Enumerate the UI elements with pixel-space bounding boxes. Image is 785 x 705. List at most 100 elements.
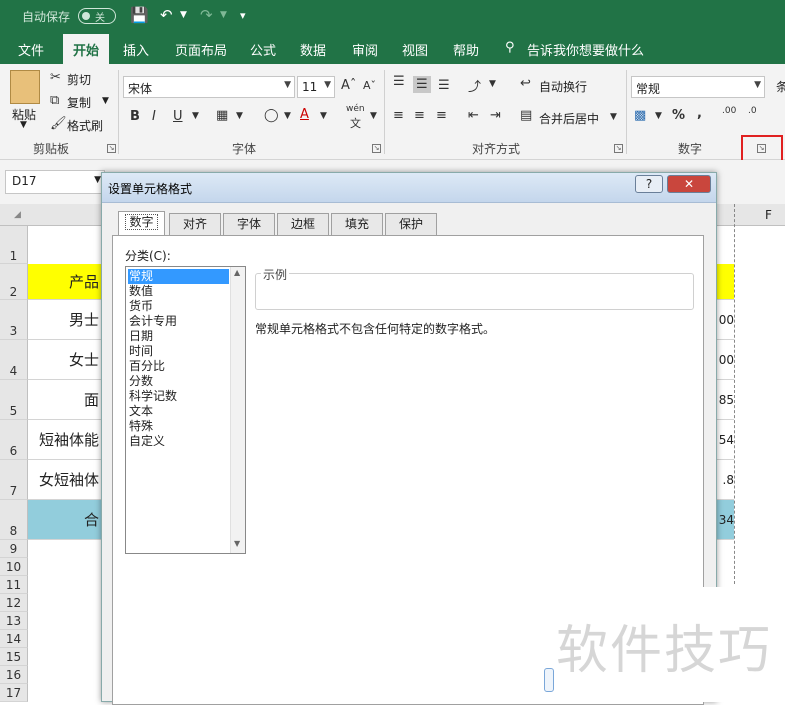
- category-number[interactable]: 数值: [128, 284, 229, 299]
- category-general[interactable]: 常规: [128, 269, 229, 284]
- fill-dropdown-icon[interactable]: ▼: [284, 111, 291, 121]
- phonetic-button[interactable]: wén: [346, 104, 365, 114]
- autosave-toggle[interactable]: 关: [78, 8, 116, 24]
- category-scientific[interactable]: 科学记数: [128, 389, 229, 404]
- comma-button[interactable]: ,: [697, 106, 702, 121]
- scroll-down-icon[interactable]: ▼: [234, 539, 240, 548]
- copy-button[interactable]: 复制: [67, 94, 91, 111]
- category-special[interactable]: 特殊: [128, 419, 229, 434]
- category-accounting[interactable]: 会计专用: [128, 314, 229, 329]
- row-header[interactable]: 7: [0, 460, 28, 500]
- conditional-format-partial[interactable]: 条: [776, 78, 785, 95]
- cell-e8[interactable]: 34: [714, 500, 734, 540]
- row-header[interactable]: 15: [0, 648, 28, 666]
- tab-help[interactable]: 帮助: [453, 40, 479, 59]
- column-header-f[interactable]: F: [765, 208, 772, 222]
- font-color-dropdown-icon[interactable]: ▼: [320, 111, 327, 121]
- dialog-tab-protection[interactable]: 保护: [385, 213, 437, 235]
- bold-button[interactable]: B: [130, 109, 140, 124]
- cell-b7[interactable]: 女短袖体: [28, 460, 102, 500]
- underline-dropdown-icon[interactable]: ▼: [192, 111, 199, 121]
- category-custom[interactable]: 自定义: [128, 434, 229, 449]
- fill-color-icon[interactable]: ◯: [264, 108, 279, 123]
- percent-button[interactable]: %: [672, 108, 685, 123]
- align-left-icon[interactable]: ≡: [393, 108, 404, 123]
- font-size-combo[interactable]: 11 ▼: [297, 76, 335, 98]
- border-dropdown-icon[interactable]: ▼: [236, 111, 243, 121]
- italic-button[interactable]: I: [152, 109, 156, 124]
- row-header[interactable]: 6: [0, 420, 28, 460]
- format-painter-button[interactable]: 格式刷: [67, 117, 103, 134]
- scroll-up-icon[interactable]: ▲: [234, 268, 240, 277]
- dialog-tab-font[interactable]: 字体: [223, 213, 275, 235]
- row-header[interactable]: 3: [0, 300, 28, 340]
- category-scrollbar[interactable]: ▲ ▼: [230, 267, 245, 553]
- category-percentage[interactable]: 百分比: [128, 359, 229, 374]
- border-icon[interactable]: ▦: [216, 108, 228, 123]
- paste-dropdown-icon[interactable]: ▼: [20, 120, 27, 130]
- category-date[interactable]: 日期: [128, 329, 229, 344]
- align-bottom-icon[interactable]: ☰: [438, 78, 450, 93]
- phonetic-dropdown-icon[interactable]: ▼: [370, 111, 377, 121]
- tab-home[interactable]: 开始: [63, 34, 110, 64]
- cell-b5[interactable]: 面: [28, 380, 102, 420]
- row-header[interactable]: 14: [0, 630, 28, 648]
- align-middle-icon[interactable]: ☰: [413, 76, 431, 93]
- tab-review[interactable]: 审阅: [352, 40, 378, 59]
- clipboard-launcher-icon[interactable]: ↘: [107, 144, 116, 153]
- tab-formulas[interactable]: 公式: [250, 40, 276, 59]
- wrap-text-button[interactable]: 自动换行: [539, 78, 587, 95]
- merge-center-button[interactable]: 合并后居中: [539, 110, 599, 127]
- close-button[interactable]: ✕: [667, 175, 711, 193]
- cell-b8[interactable]: 合: [28, 500, 102, 540]
- paste-icon[interactable]: [10, 70, 40, 104]
- cell-b4[interactable]: 女士: [28, 340, 102, 380]
- row-header[interactable]: 5: [0, 380, 28, 420]
- row-header[interactable]: 9: [0, 540, 28, 558]
- increase-indent-icon[interactable]: ⇥: [490, 108, 501, 123]
- row-header[interactable]: 1: [0, 226, 28, 264]
- decrease-indent-icon[interactable]: ⇤: [468, 108, 479, 123]
- increase-decimal-button[interactable]: .00: [722, 106, 736, 116]
- help-button[interactable]: ?: [635, 175, 663, 193]
- tab-page-layout[interactable]: 页面布局: [175, 40, 227, 59]
- ok-button-edge[interactable]: [544, 668, 554, 692]
- number-format-combo[interactable]: 常规 ▼: [631, 76, 765, 98]
- orientation-dropdown-icon[interactable]: ▼: [489, 79, 496, 89]
- row-header[interactable]: 12: [0, 594, 28, 612]
- category-fraction[interactable]: 分数: [128, 374, 229, 389]
- undo-icon[interactable]: ↶: [160, 6, 173, 24]
- accounting-dropdown-icon[interactable]: ▼: [655, 111, 662, 121]
- dialog-tab-fill[interactable]: 填充: [331, 213, 383, 235]
- category-list[interactable]: 常规 数值 货币 会计专用 日期 时间 百分比 分数 科学记数 文本 特殊 自定…: [125, 266, 246, 554]
- tab-view[interactable]: 视图: [402, 40, 428, 59]
- row-header[interactable]: 17: [0, 684, 28, 702]
- align-center-icon[interactable]: ≡: [414, 108, 425, 123]
- tell-me-box[interactable]: 告诉我你想要做什么: [527, 40, 644, 59]
- cell-e7[interactable]: .8: [714, 460, 734, 500]
- row-header[interactable]: 4: [0, 340, 28, 380]
- cell-e3[interactable]: 00: [714, 300, 734, 340]
- row-header[interactable]: 10: [0, 558, 28, 576]
- row-header[interactable]: 2: [0, 264, 28, 300]
- category-time[interactable]: 时间: [128, 344, 229, 359]
- underline-button[interactable]: U: [173, 109, 183, 124]
- row-header[interactable]: 8: [0, 500, 28, 540]
- name-box[interactable]: D17 ▼: [5, 170, 105, 194]
- select-all-icon[interactable]: ◢: [14, 210, 21, 220]
- row-header[interactable]: 11: [0, 576, 28, 594]
- dialog-tab-alignment[interactable]: 对齐: [169, 213, 221, 235]
- merge-dropdown-icon[interactable]: ▼: [610, 112, 617, 122]
- alignment-launcher-icon[interactable]: ↘: [614, 144, 623, 153]
- cell-b6[interactable]: 短袖体能: [28, 420, 102, 460]
- cut-button[interactable]: 剪切: [67, 71, 91, 88]
- tab-file[interactable]: 文件: [18, 40, 44, 59]
- cell-e6[interactable]: 54: [714, 420, 734, 460]
- customize-qat-icon[interactable]: ▾: [240, 9, 246, 22]
- orientation-icon[interactable]: ⤴: [468, 76, 481, 95]
- decrease-decimal-button[interactable]: .0: [748, 106, 757, 116]
- font-color-icon[interactable]: A: [300, 107, 309, 122]
- tab-data[interactable]: 数据: [300, 40, 326, 59]
- font-launcher-icon[interactable]: ↘: [372, 144, 381, 153]
- accounting-format-icon[interactable]: ▩: [634, 108, 646, 123]
